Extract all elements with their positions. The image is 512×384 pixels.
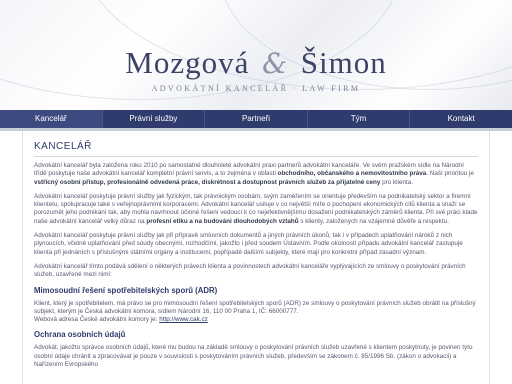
adr-heading: Mimosoudní řešení spotřebitelských sporů…: [34, 285, 218, 295]
nav-item-pravni-sluzby[interactable]: Právní služby: [103, 110, 206, 128]
services-paragraph: Advokátní kancelář poskytuje právní služ…: [34, 232, 463, 256]
firm-logo[interactable]: Mozgová & Šimon: [0, 45, 512, 81]
site-header: Mozgová & Šimon ADVOKÁTNÍ KANCELÁŘ · LAW…: [0, 0, 512, 110]
page-title: KANCELÁŘ: [34, 141, 92, 152]
logo-tagline: ADVOKÁTNÍ KANCELÁŘ · LAW FIRM: [151, 84, 361, 93]
adr-web-prefix: Webová adresa České advokátní komory je:: [34, 316, 160, 324]
notice-paragraph: Advokátní kancelář tímto podává sdělení …: [34, 262, 466, 279]
adr-paragraph: Klient, který je spotřebitelem, má právo…: [34, 300, 478, 325]
nav-item-partneri[interactable]: Partneři: [205, 110, 308, 128]
title-divider: [34, 156, 478, 157]
main-content: KANCELÁŘ Advokátní kancelář byla založen…: [22, 131, 490, 384]
gdpr-paragraph: Advokát, jakožto správce osobních údajů,…: [34, 344, 473, 369]
nav-item-kontakt[interactable]: Kontakt: [410, 110, 512, 128]
clients-text-2: s klienty, založených na vzájemné důvěře…: [298, 217, 449, 225]
nav-item-kancelar[interactable]: Kancelář: [0, 110, 103, 128]
intro-text-3: pro klienta.: [380, 178, 413, 186]
clients-bold-ethics: profesní etiku a na budování dlouhodobýc…: [146, 217, 299, 225]
nav-item-tym[interactable]: Tým: [308, 110, 411, 128]
intro-bold-practice-areas: obchodního, občanského a nemovitostního …: [277, 170, 427, 178]
intro-text-2: . Naší prioritou je: [426, 170, 474, 178]
intro-paragraph: Advokátní kancelář byla založena roku 20…: [34, 162, 478, 187]
logo-name-right: Šimon: [300, 45, 387, 80]
main-navigation: Kancelář Právní služby Partneři Tým Kont…: [0, 110, 512, 128]
clients-paragraph: Advokátní kancelář poskytuje právní služ…: [34, 193, 478, 226]
logo-ampersand: &: [262, 47, 289, 80]
logo-name-left: Mozgová: [125, 45, 250, 80]
gdpr-heading: Ochrana osobních údajů: [34, 330, 126, 340]
cak-website-link[interactable]: http://www.cak.cz: [159, 316, 208, 323]
intro-bold-priorities: vstřícný osobní přístup, profesionálně o…: [34, 178, 381, 186]
adr-text: Klient, který je spotřebitelem, má právo…: [34, 299, 476, 315]
